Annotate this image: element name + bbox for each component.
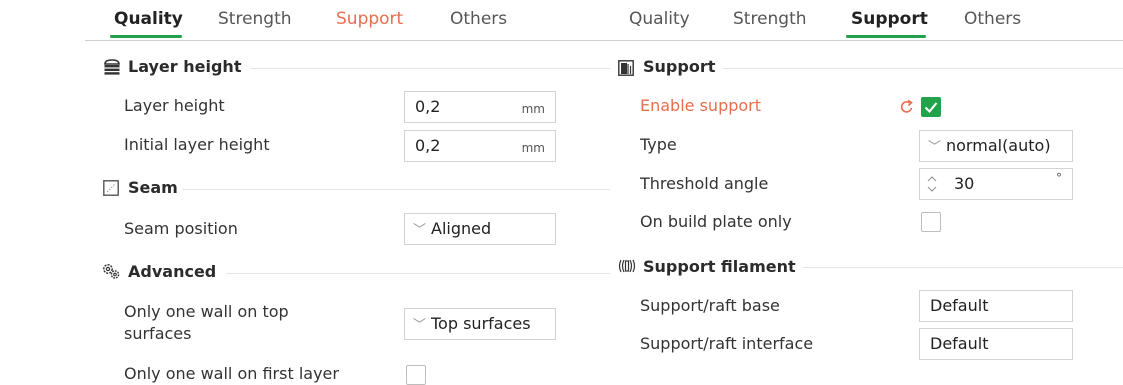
only-one-wall-first-layer-checkbox[interactable]	[406, 365, 426, 385]
enable-support-checkbox[interactable]	[921, 97, 941, 117]
support-raft-interface-select[interactable]: Default	[919, 328, 1073, 360]
section-divider	[250, 68, 610, 69]
field-label: Support/raft interface	[640, 334, 814, 353]
unit-label: mm	[521, 141, 545, 155]
field-label: Threshold angle	[640, 174, 769, 193]
selected-value: Aligned	[431, 219, 492, 238]
tab-others[interactable]: Others	[964, 9, 1021, 29]
field-label-line1: Only one wall on top	[124, 302, 289, 321]
tab-quality[interactable]: Quality	[114, 9, 183, 29]
tab-strength[interactable]: Strength	[218, 9, 292, 29]
spin-arrows-icon[interactable]	[926, 173, 938, 195]
chevron-down-icon: ﹀	[413, 318, 427, 333]
support-type-select[interactable]: ﹀ normal(auto)	[919, 130, 1073, 162]
support-filament-icon	[618, 259, 636, 273]
field-label: Type	[640, 135, 677, 154]
unit-label: mm	[521, 102, 545, 116]
tab-divider	[85, 40, 610, 41]
threshold-angle-spinbox[interactable]: 30 °	[919, 168, 1073, 200]
section-title: Support	[643, 57, 716, 76]
reset-arrow-icon[interactable]	[899, 99, 915, 115]
chevron-down-icon: ﹀	[928, 140, 942, 155]
seam-icon	[103, 180, 119, 196]
tab-support[interactable]: Support	[336, 9, 403, 29]
only-one-wall-top-select[interactable]: ﹀ Top surfaces	[404, 308, 556, 340]
support-raft-base-select[interactable]: Default	[919, 290, 1073, 322]
selected-value: normal(auto)	[946, 136, 1051, 155]
tab-divider	[610, 40, 1123, 41]
chevron-down-icon: ﹀	[413, 223, 427, 238]
active-tab-underline	[846, 35, 926, 38]
selected-value: Top surfaces	[431, 314, 531, 333]
tab-strength[interactable]: Strength	[733, 9, 807, 29]
field-label: Initial layer height	[124, 135, 270, 154]
field-label-line2: surfaces	[124, 324, 192, 343]
section-title: Support filament	[643, 257, 796, 276]
active-tab-underline	[110, 35, 182, 38]
selected-value: Default	[930, 296, 989, 315]
section-title: Seam	[128, 178, 178, 197]
checkmark-icon	[924, 102, 938, 113]
section-divider	[723, 68, 1123, 69]
field-label: Layer height	[124, 96, 225, 115]
selected-value: Default	[930, 334, 989, 353]
layers-icon	[104, 59, 120, 75]
section-title: Advanced	[128, 262, 217, 281]
section-title: Layer height	[128, 57, 242, 76]
advanced-gear-icon	[103, 264, 120, 279]
tab-others[interactable]: Others	[450, 9, 507, 29]
section-divider	[182, 189, 610, 190]
layer-height-input[interactable]: 0,2 mm	[404, 91, 556, 123]
support-icon	[618, 60, 634, 76]
unit-label: °	[1056, 171, 1062, 185]
section-divider	[226, 273, 610, 274]
seam-position-select[interactable]: ﹀ Aligned	[404, 213, 556, 245]
tab-quality[interactable]: Quality	[629, 9, 690, 29]
field-label: Only one wall on first layer	[124, 364, 339, 383]
section-divider	[803, 267, 1123, 268]
field-label: Seam position	[124, 219, 238, 238]
on-build-plate-only-checkbox[interactable]	[921, 212, 941, 232]
field-label: On build plate only	[640, 212, 792, 231]
initial-layer-height-input[interactable]: 0,2 mm	[404, 130, 556, 162]
field-value: 0,2	[415, 136, 441, 155]
field-label: Enable support	[640, 96, 762, 115]
field-value: 30	[954, 174, 975, 193]
field-label: Support/raft base	[640, 296, 780, 315]
field-value: 0,2	[415, 97, 441, 116]
tab-support[interactable]: Support	[851, 9, 928, 29]
